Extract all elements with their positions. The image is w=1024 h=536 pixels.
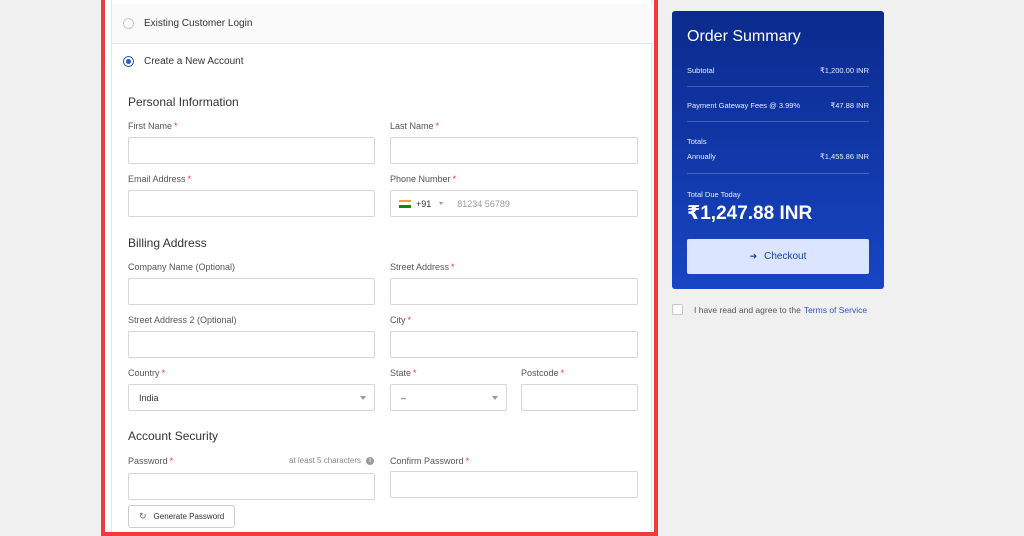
required-mark: * [169,456,174,466]
required-mark: * [451,262,455,272]
fee-row: Payment Gateway Fees @ 3.99% ₹47.88 INR [687,101,869,110]
annually-label: Annually [687,152,716,161]
street2-input[interactable] [128,331,375,358]
create-account-radio[interactable] [123,55,134,67]
fee-value: ₹47.88 INR [830,101,869,110]
chevron-down-icon[interactable] [439,202,444,205]
total-due-value: ₹1,247.88 INR [687,203,813,224]
postcode-input[interactable] [521,384,638,411]
email-input[interactable] [128,190,375,217]
annually-value: ₹1,455.86 INR [820,152,869,161]
terms-text: I have read and agree to the [694,304,801,315]
country-label: Country * [128,368,165,378]
phone-label-text: Phone Number [390,174,451,184]
required-mark: * [435,121,440,131]
state-value: – [401,392,407,403]
city-label-text: City [390,315,406,325]
city-label: City * [390,315,411,325]
phone-placeholder: 81234 56789 [457,198,510,209]
password-input[interactable] [128,473,375,500]
summary-divider [687,121,869,122]
account-security-heading: Account Security [128,429,219,443]
last-name-label: Last Name * [390,121,439,131]
totals-row: Totals [687,137,869,146]
postcode-label-text: Postcode [521,368,559,378]
confirm-password-input[interactable] [390,471,638,498]
create-account-option[interactable]: Create a New Account [112,41,653,81]
city-input[interactable] [390,331,638,358]
account-form: Existing Customer Login Create a New Acc… [111,0,653,532]
required-mark: * [407,315,412,325]
password-label: Password * [128,456,173,466]
info-icon[interactable]: i [366,456,375,465]
required-mark: * [174,121,178,131]
billing-address-heading: Billing Address [128,236,207,250]
fee-label: Payment Gateway Fees @ 3.99% [687,101,801,110]
first-name-label: First Name * [128,121,178,131]
password-label-text: Password [128,456,168,466]
first-name-label-text: First Name [128,121,173,131]
total-due-label: Total Due Today [687,190,741,199]
country-code[interactable]: +91 [416,199,431,209]
summary-divider [687,173,869,174]
refresh-icon: ↻ [139,511,147,521]
terms-checkbox[interactable] [672,304,683,315]
password-hint-text: at least 5 characters [289,456,362,465]
email-label-text: Email Address [128,174,186,184]
required-mark: * [465,456,470,466]
terms-agreement: I have read and agree to the Terms of Se… [672,304,867,315]
chevron-down-icon[interactable] [492,396,498,400]
arrow-right-icon: ➜ [749,251,758,261]
required-mark: * [187,174,192,184]
company-label: Company Name (Optional) [128,262,236,272]
totals-label: Totals [687,137,707,146]
postcode-label: Postcode * [521,368,564,378]
first-name-input[interactable] [128,137,375,164]
confirm-password-label: Confirm Password * [390,456,469,466]
last-name-input[interactable] [390,137,638,164]
last-name-label-text: Last Name [390,121,434,131]
generate-password-button[interactable]: ↻ Generate Password [128,505,235,528]
street-label: Street Address * [390,262,455,272]
subtotal-label: Subtotal [687,66,715,75]
country-value: India [139,392,159,403]
password-hint: at least 5 characters i [289,456,375,465]
phone-label: Phone Number * [390,174,456,184]
email-label: Email Address * [128,174,191,184]
existing-customer-option[interactable]: Existing Customer Login [112,4,653,44]
existing-customer-radio[interactable] [123,18,134,29]
phone-input[interactable]: +91 81234 56789 [390,190,638,217]
confirm-password-label-text: Confirm Password [390,456,464,466]
generate-password-label: Generate Password [153,512,225,521]
street-input[interactable] [390,278,638,305]
order-summary-title: Order Summary [687,28,801,45]
subtotal-row: Subtotal ₹1,200.00 INR [687,66,869,75]
required-mark: * [452,174,457,184]
state-select[interactable]: – [390,384,507,411]
street-label-text: Street Address [390,262,450,272]
india-flag-icon[interactable] [399,199,411,208]
annually-row: Annually ₹1,455.86 INR [687,152,869,161]
street2-label: Street Address 2 (Optional) [128,315,237,325]
required-mark: * [560,368,565,378]
checkout-button[interactable]: ➜ Checkout [687,239,869,274]
summary-divider [687,86,869,87]
company-input[interactable] [128,278,375,305]
highlighted-form-frame: Existing Customer Login Create a New Acc… [101,0,658,536]
state-label: State * [390,368,417,378]
country-select[interactable]: India [128,384,375,411]
terms-link[interactable]: Terms of Service [804,305,867,315]
required-mark: * [161,368,166,378]
chevron-down-icon[interactable] [360,396,366,400]
checkout-label: Checkout [764,251,807,262]
required-mark: * [413,368,417,378]
existing-customer-label: Existing Customer Login [144,18,253,29]
state-label-text: State [390,368,412,378]
order-summary-panel: Order Summary Subtotal ₹1,200.00 INR Pay… [672,11,884,289]
personal-info-heading: Personal Information [128,95,239,109]
create-account-label: Create a New Account [144,55,244,67]
subtotal-value: ₹1,200.00 INR [820,66,869,75]
country-label-text: Country [128,368,160,378]
